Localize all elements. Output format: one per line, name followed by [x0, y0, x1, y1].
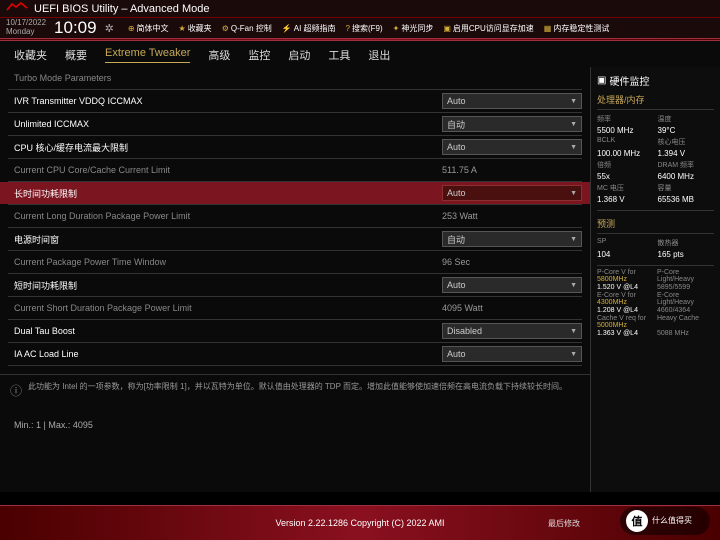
hardware-monitor: ▣硬件监控 处理器/内存 频率温度5500 MHz39°CBCLK核心电压100… — [590, 67, 720, 492]
setting-value: 511.75 A — [442, 165, 582, 175]
setting-row[interactable]: Unlimited ICCMAX自动▼ — [0, 113, 590, 135]
toolbar-item[interactable]: ⚡AI 超频指南 — [282, 23, 336, 34]
chevron-down-icon: ▼ — [570, 98, 577, 105]
setting-row: Current Long Duration Package Power Limi… — [0, 205, 590, 227]
settings-icon[interactable]: ✲ — [105, 22, 114, 35]
toolbar-item[interactable]: ▦内存稳定性测试 — [544, 23, 610, 34]
setting-row[interactable]: Dual Tau BoostDisabled▼ — [0, 320, 590, 342]
setting-select[interactable]: Disabled▼ — [442, 323, 582, 339]
setting-value: 253 Watt — [442, 211, 582, 221]
chevron-down-icon: ▼ — [570, 282, 577, 289]
tab-6[interactable]: 工具 — [328, 47, 350, 63]
help-panel: ⓘ 此功能为 Intel 的一项参数，称为[功率限制 1]，并以瓦特为单位。默认… — [0, 374, 590, 406]
tab-3[interactable]: 高级 — [208, 47, 230, 63]
setting-row[interactable]: 电源时间窗自动▼ — [0, 228, 590, 250]
chevron-down-icon: ▼ — [570, 351, 577, 358]
version-text: Version 2.22.1286 Copyright (C) 2022 AMI — [275, 518, 444, 528]
watermark: 值 什么值得买 — [620, 507, 710, 535]
setting-label: 短时间功耗限制 — [14, 279, 442, 292]
setting-select[interactable]: Auto▼ — [442, 185, 582, 201]
info-icon: ⓘ — [10, 383, 22, 400]
setting-label: Current Package Power Time Window — [14, 257, 442, 267]
setting-select[interactable]: Auto▼ — [442, 346, 582, 362]
chevron-down-icon: ▼ — [570, 121, 577, 128]
last-modified: 最后修改 — [548, 518, 580, 529]
setting-label: Current Long Duration Package Power Limi… — [14, 211, 442, 221]
toolbar-item[interactable]: ▣启用CPU访问显存加速 — [443, 23, 533, 34]
setting-select[interactable]: Auto▼ — [442, 277, 582, 293]
setting-label: Dual Tau Boost — [14, 326, 442, 336]
monitor-icon: ▣ — [597, 75, 606, 86]
setting-label: CPU 核心/缓存电流最大限制 — [14, 141, 442, 154]
toolbar: ⊕简体中文 ★收藏夹 ⚙Q-Fan 控制 ⚡AI 超频指南 ?搜索(F9) ✦神光同步 ▣启… — [128, 23, 714, 34]
setting-label: 长时间功耗限制 — [14, 187, 442, 200]
toolbar-item[interactable]: ✦神光同步 — [393, 23, 434, 34]
tab-1[interactable]: 概要 — [65, 47, 87, 63]
chevron-down-icon: ▼ — [570, 328, 577, 335]
setting-label: Current CPU Core/Cache Current Limit — [14, 165, 442, 175]
date-block: 10/17/2022Monday — [6, 19, 46, 37]
chevron-down-icon: ▼ — [570, 236, 577, 243]
app-title: UEFI BIOS Utility – Advanced Mode — [34, 3, 209, 15]
setting-select[interactable]: Auto▼ — [442, 93, 582, 109]
tabs: 收藏夹 概要 Extreme Tweaker 高级 监控 启动 工具 退出 — [0, 41, 720, 67]
setting-label: IVR Transmitter VDDQ ICCMAX — [14, 96, 442, 106]
setting-label: IA AC Load Line — [14, 349, 442, 359]
clock: 10:09 — [54, 18, 97, 38]
setting-row: Current CPU Core/Cache Current Limit511.… — [0, 159, 590, 181]
setting-row[interactable]: IVR Transmitter VDDQ ICCMAXAuto▼ — [0, 90, 590, 112]
tab-7[interactable]: 退出 — [368, 47, 390, 63]
setting-row[interactable]: 长时间功耗限制Auto▼ — [0, 182, 590, 204]
chevron-down-icon: ▼ — [570, 190, 577, 197]
setting-label: Current Short Duration Package Power Lim… — [14, 303, 442, 313]
setting-row: Current Short Duration Package Power Lim… — [0, 297, 590, 319]
toolbar-item[interactable]: ⊕简体中文 — [128, 23, 169, 34]
toolbar-item[interactable]: ⚙Q-Fan 控制 — [222, 23, 272, 34]
chevron-down-icon: ▼ — [570, 144, 577, 151]
tab-0[interactable]: 收藏夹 — [14, 47, 47, 63]
setting-row[interactable]: IA AC Load LineAuto▼ — [0, 343, 590, 365]
setting-row[interactable]: CPU 核心/缓存电流最大限制Auto▼ — [0, 136, 590, 158]
tab-4[interactable]: 监控 — [248, 47, 270, 63]
setting-label: Unlimited ICCMAX — [14, 119, 442, 129]
setting-select[interactable]: 自动▼ — [442, 231, 582, 247]
setting-value: 96 Sec — [442, 257, 582, 267]
setting-row: Current Package Power Time Window96 Sec — [0, 251, 590, 273]
min-max: Min.: 1 | Max.: 4095 — [0, 418, 590, 432]
toolbar-item[interactable]: ★收藏夹 — [179, 23, 212, 34]
toolbar-item[interactable]: ?搜索(F9) — [346, 23, 383, 34]
brand-logo — [6, 2, 28, 15]
tab-2[interactable]: Extreme Tweaker — [105, 47, 190, 63]
setting-value: 4095 Watt — [442, 303, 582, 313]
setting-select[interactable]: Auto▼ — [442, 139, 582, 155]
setting-row[interactable]: 短时间功耗限制Auto▼ — [0, 274, 590, 296]
tab-5[interactable]: 启动 — [288, 47, 310, 63]
setting-select[interactable]: 自动▼ — [442, 116, 582, 132]
setting-label: 电源时间窗 — [14, 233, 442, 246]
section-header: Turbo Mode Parameters — [0, 67, 590, 89]
